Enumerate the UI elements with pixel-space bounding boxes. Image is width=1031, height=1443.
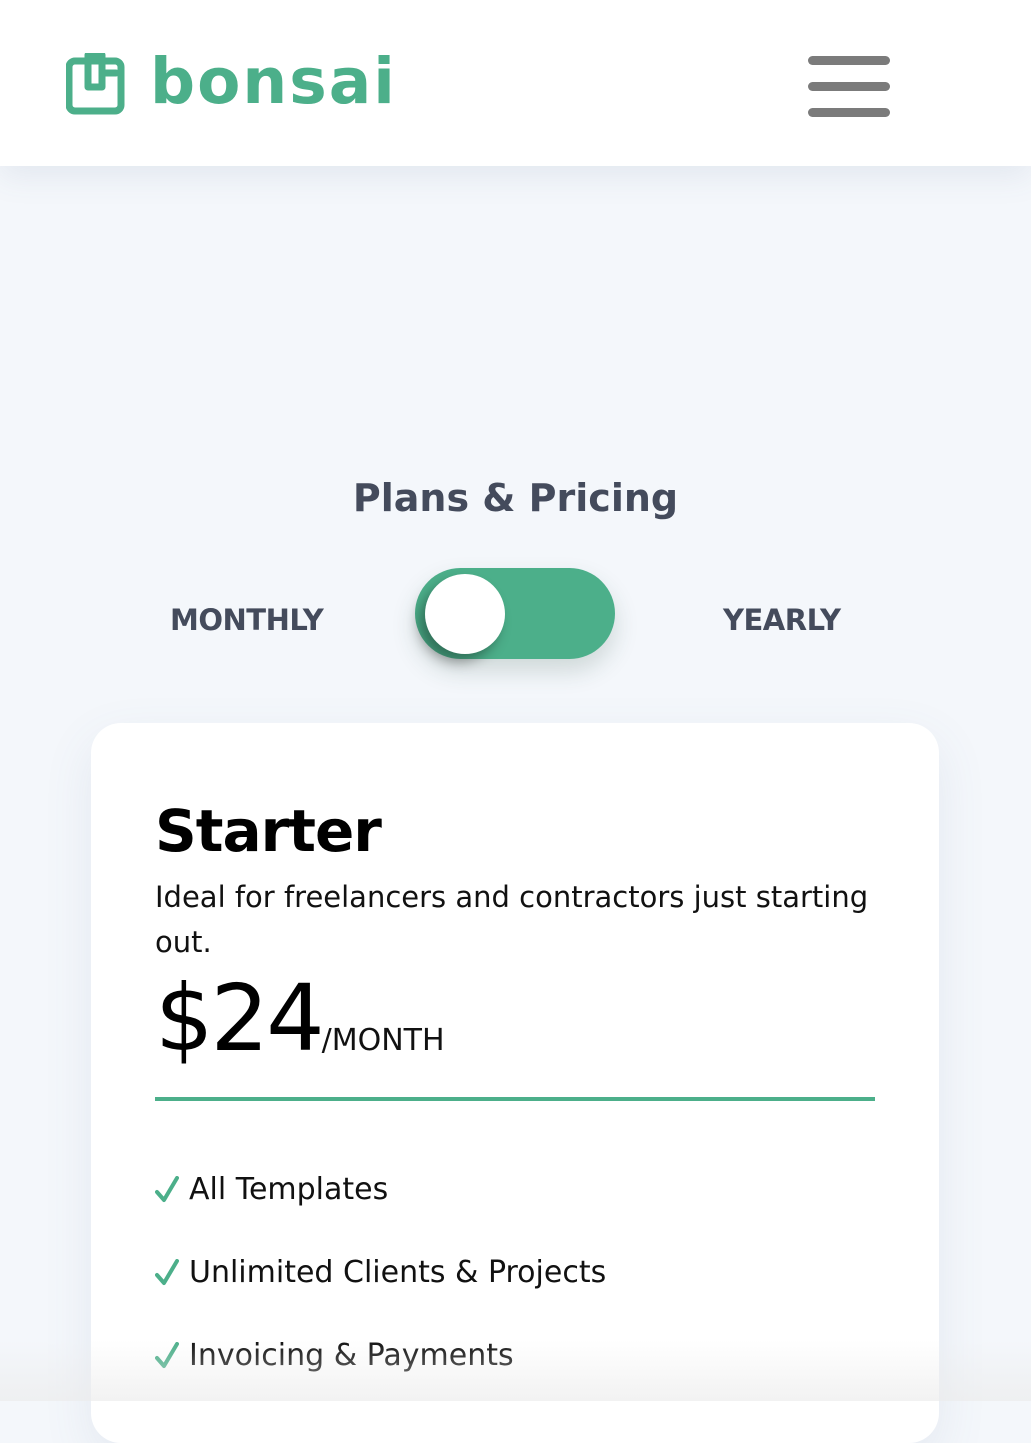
feature-item: All Templates bbox=[155, 1148, 875, 1231]
hamburger-menu-icon bbox=[808, 82, 890, 91]
feature-item: Invoicing & Payments bbox=[155, 1314, 875, 1397]
price-row: $24 /MONTH bbox=[155, 973, 875, 1065]
monthly-label[interactable]: MONTHLY bbox=[170, 603, 324, 637]
hamburger-menu-icon bbox=[808, 108, 890, 117]
site-header: bonsai bbox=[0, 0, 1031, 166]
brand-name: bonsai bbox=[150, 44, 397, 118]
yearly-label[interactable]: YEARLY bbox=[723, 603, 841, 637]
feature-label: All Templates bbox=[189, 1172, 389, 1207]
plan-description: Ideal for freelancers and contractors ju… bbox=[155, 880, 869, 959]
pricing-card-starter: Starter Ideal for freelancers and contra… bbox=[91, 723, 939, 1443]
feature-item: Unlimited Clients & Projects bbox=[155, 1231, 875, 1314]
feature-label: Invoicing & Payments bbox=[189, 1338, 514, 1373]
bonsai-logo-icon bbox=[66, 53, 125, 115]
hamburger-menu-icon bbox=[808, 56, 890, 65]
brand-logo[interactable]: bonsai bbox=[66, 50, 397, 118]
check-icon bbox=[155, 1175, 179, 1202]
feature-label: Unlimited Clients & Projects bbox=[189, 1255, 607, 1290]
plan-name: Starter bbox=[155, 797, 382, 865]
price-divider bbox=[155, 1097, 875, 1101]
check-icon bbox=[155, 1341, 179, 1368]
price-unit: /MONTH bbox=[321, 1023, 445, 1058]
billing-period-toggle[interactable] bbox=[415, 568, 615, 659]
plan-price: $24 bbox=[155, 965, 325, 1072]
check-icon bbox=[155, 1258, 179, 1285]
feature-list: All Templates Unlimited Clients & Projec… bbox=[155, 1168, 875, 1417]
toggle-knob bbox=[425, 574, 505, 654]
page-title: Plans & Pricing bbox=[352, 476, 679, 520]
hamburger-menu-button[interactable] bbox=[808, 56, 890, 119]
